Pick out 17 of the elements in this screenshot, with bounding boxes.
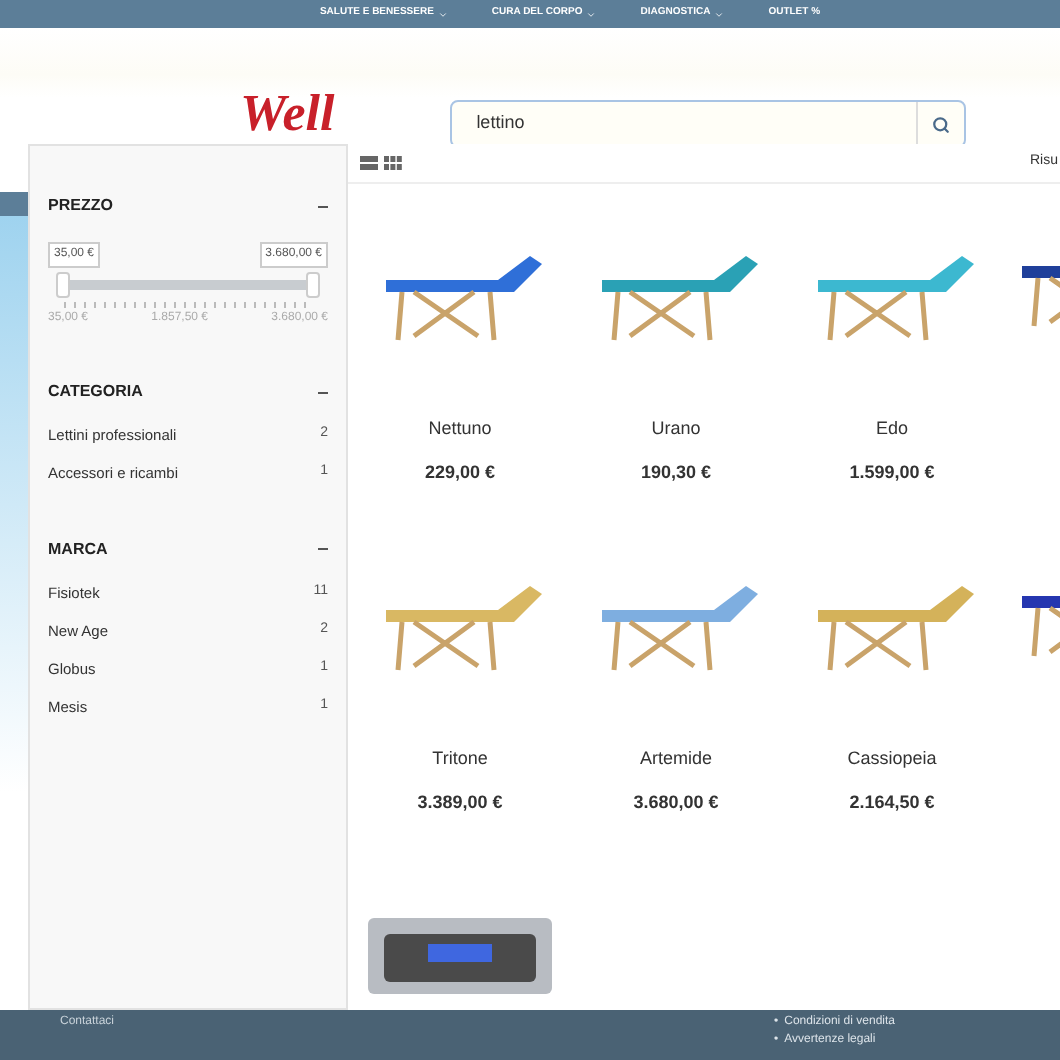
product-name[interactable]: Edo (875, 416, 908, 443)
product-price: 3.389,00 € (417, 789, 503, 815)
product-price: 229,00 € (424, 459, 496, 485)
filter-heading: PREZZO (48, 194, 113, 218)
product-name[interactable]: Artemide (639, 746, 712, 773)
product-name[interactable]: Tritone (432, 746, 488, 773)
filter-heading: MARCA (48, 537, 108, 561)
product-price: 3.680,00 € (633, 789, 719, 815)
logo[interactable]: Well (240, 88, 335, 140)
product-price: 1.599,00 € (849, 459, 935, 485)
product-name[interactable]: Nettuno (428, 416, 492, 443)
product-name[interactable]: Cassiopeia (847, 746, 937, 773)
filter-heading: CATEGORIA (48, 380, 143, 404)
product-price: 2.164,50 € (849, 789, 935, 815)
product-name[interactable]: Urano (651, 416, 701, 443)
product-price: 190,30 € (640, 459, 712, 485)
search-field[interactable]: lettino (450, 100, 967, 148)
